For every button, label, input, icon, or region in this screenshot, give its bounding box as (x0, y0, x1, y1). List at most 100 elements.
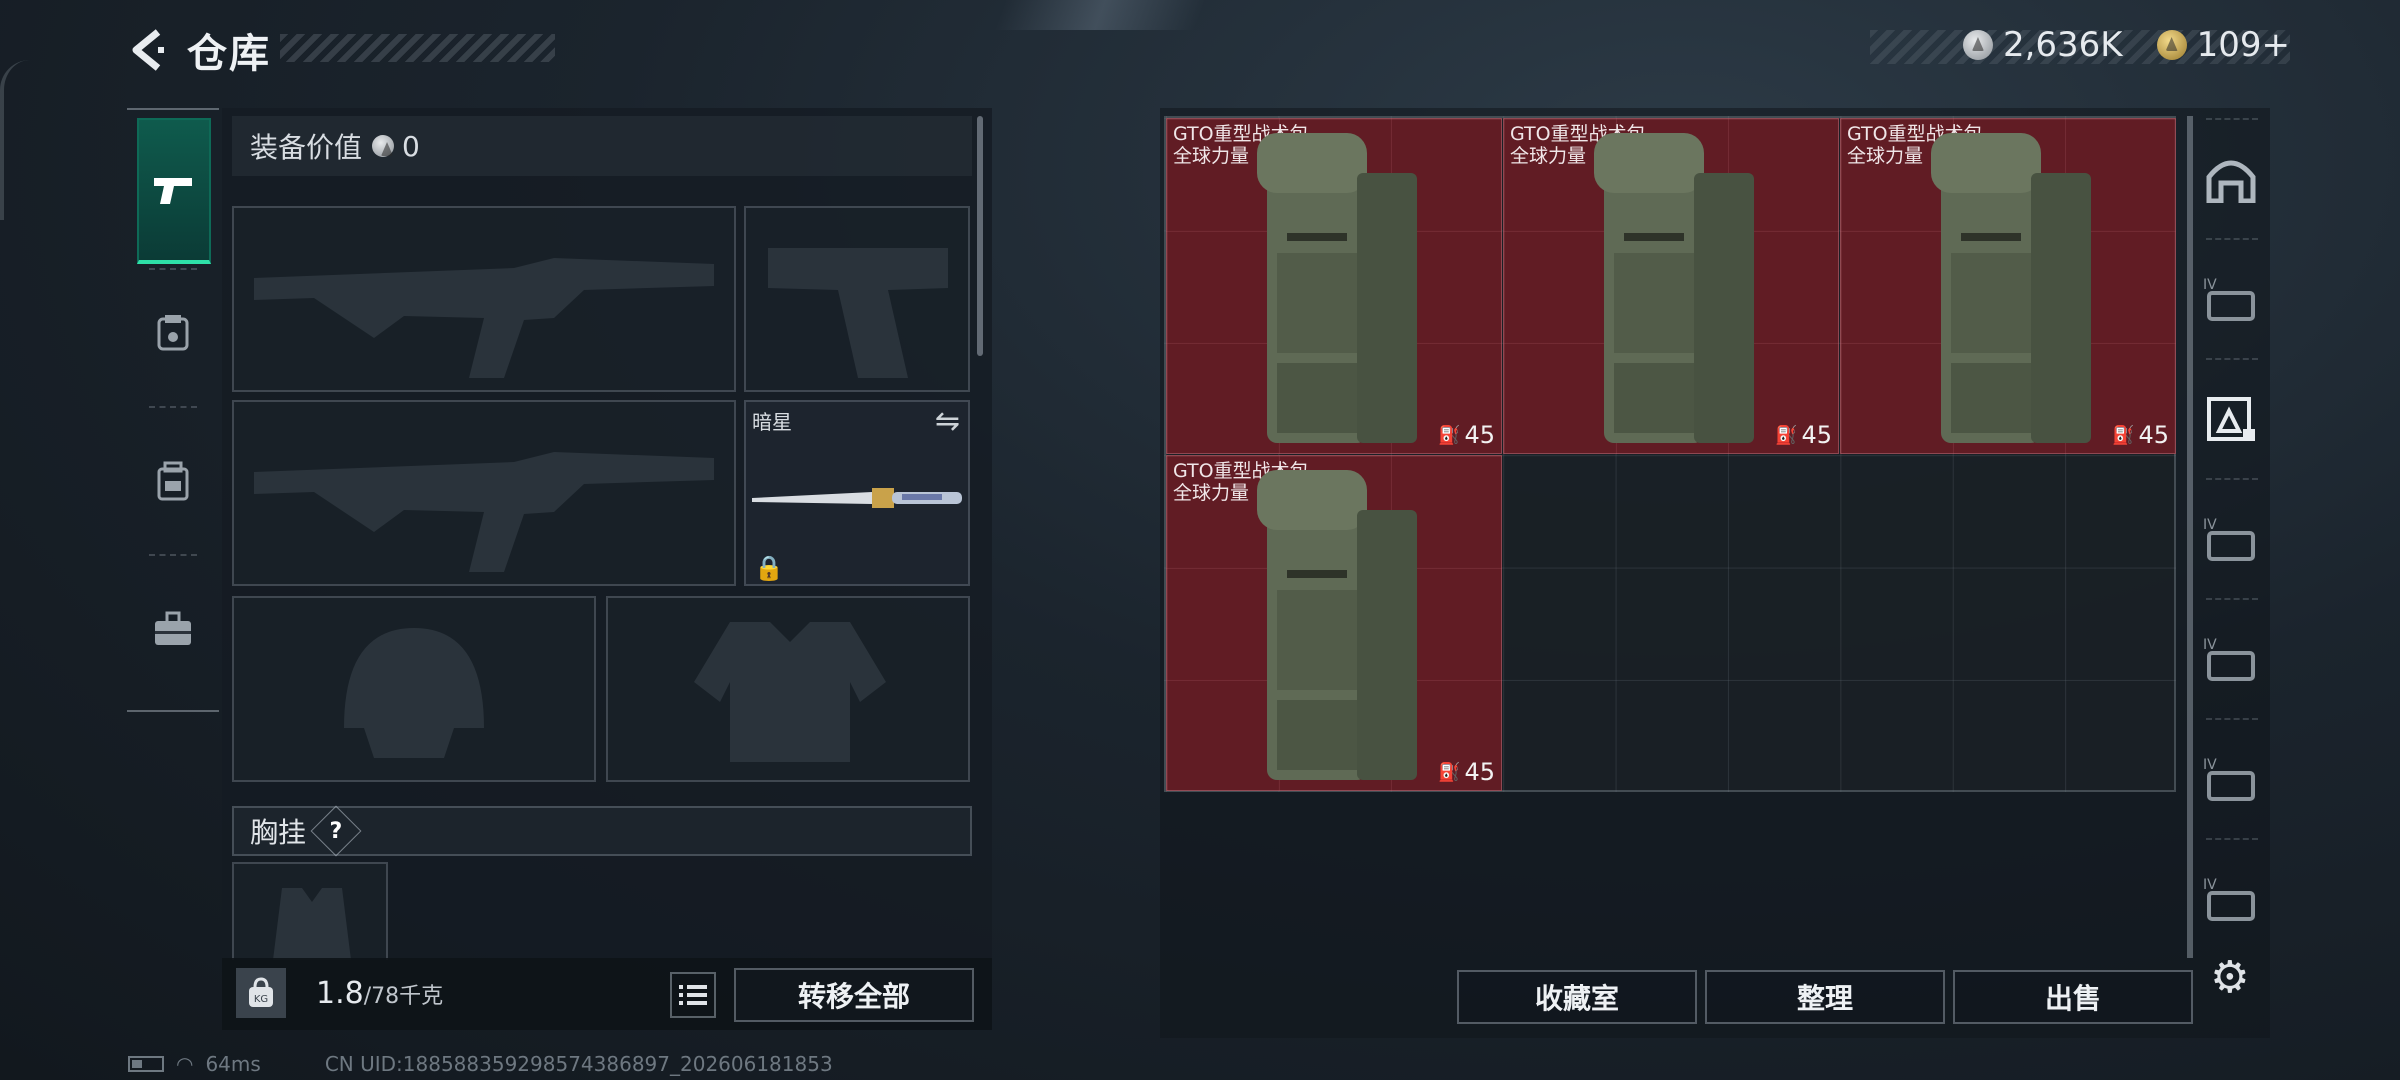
secondary-weapon-slot[interactable] (232, 400, 736, 586)
home-icon (2206, 160, 2256, 203)
page-title: 仓库 (187, 31, 271, 77)
tabs-bottom-line (127, 710, 219, 712)
weight-max: /78千克 (363, 984, 444, 1009)
storage-grid: GTO重型战术包 全球力量 ⛽ 45 GTO重型战术包 全球力量 ⛽ 45 GTO重型战… (1164, 116, 2176, 792)
pistol-slot[interactable] (744, 206, 970, 392)
inventory-item[interactable]: GTO重型战术包 全球力量 ⛽ 45 (1166, 455, 1502, 791)
tab-armor[interactable] (127, 278, 219, 388)
primary-weapon-slot[interactable] (232, 206, 736, 392)
category-tabs (127, 108, 219, 713)
item-weight-icon: ⛽ (1775, 424, 1798, 446)
tab-container-2[interactable]: IV (2196, 484, 2266, 594)
back-arrow-icon (132, 29, 164, 71)
kettlebell-icon: KG (249, 977, 273, 1007)
tab-separator (2206, 598, 2258, 600)
container-IV-icon: IV (2203, 757, 2255, 801)
knife-image (752, 488, 962, 508)
gold-coin-icon (2156, 30, 2187, 60)
item-weight-icon: ⛽ (1438, 761, 1461, 783)
chest-rig-label: 胸挂 (250, 816, 307, 849)
equipment-scrollbar[interactable] (977, 116, 983, 356)
wifi-icon: ◠ (176, 1052, 194, 1076)
sell-button[interactable]: 出售 (1953, 970, 2193, 1024)
chest-rig-header: 胸挂 ? (232, 805, 972, 857)
tab-separator (149, 554, 197, 556)
chest-rig-silhouette-icon (273, 888, 351, 960)
title-hatch (280, 34, 555, 62)
container-IV-icon: IV (2203, 517, 2255, 561)
rifle-silhouette-icon (254, 258, 714, 378)
background-arc (0, 60, 30, 220)
svg-text:IV: IV (2203, 277, 2217, 293)
item-count: ⛽ 45 (1438, 758, 1495, 786)
inventory-item[interactable]: GTO重型战术包 全球力量 ⛽ 45 (1503, 118, 1839, 454)
helmet-silhouette-icon (344, 628, 484, 758)
backpack-image (1257, 133, 1417, 443)
help-button[interactable]: ? (310, 805, 362, 857)
header: 仓库 (125, 20, 271, 80)
gold-amount[interactable]: 109+ (2197, 25, 2290, 65)
tab-separator (149, 268, 197, 270)
tab-container-1[interactable]: IV (2196, 244, 2266, 354)
storage-scrollbar[interactable] (2187, 116, 2193, 958)
tab-container-3[interactable]: IV (2196, 604, 2266, 714)
container-IV-icon: IV (2203, 637, 2255, 681)
uid-text: CN UID:1885883592985743868​97_2026061818… (324, 1052, 833, 1076)
sort-button[interactable]: 整理 (1705, 970, 1945, 1024)
swap-icon[interactable]: ⇋ (935, 404, 960, 439)
tab-weapons[interactable] (137, 118, 211, 264)
tab-separator (149, 406, 197, 408)
inventory-item[interactable]: GTO重型战术包 全球力量 ⛽ 45 (1840, 118, 2176, 454)
list-view-button[interactable] (670, 972, 716, 1018)
tab-backpack[interactable] (127, 426, 219, 536)
transfer-all-button[interactable]: 转移全部 (734, 968, 974, 1022)
back-button[interactable] (125, 27, 171, 73)
settings-gear-icon[interactable]: ⚙ (2210, 952, 2249, 1003)
weight-icon-text: KG (254, 994, 268, 1005)
melee-slot[interactable]: 暗星 ⇋ 🔒 (744, 400, 970, 586)
svg-text:IV: IV (2203, 877, 2217, 893)
lock-icon: 🔒 (754, 554, 784, 582)
equipment-value: 0 (402, 129, 420, 163)
tab-container-5[interactable]: IV (2196, 844, 2266, 954)
body-armor-slot[interactable] (606, 596, 970, 782)
chest-rig-slot[interactable] (232, 862, 388, 960)
item-count: ⛽ 45 (1438, 421, 1495, 449)
svg-text:IV: IV (2203, 637, 2217, 653)
tabs-top-line (127, 108, 219, 110)
vest-silhouette-icon (694, 622, 886, 762)
melee-name: 暗星 (752, 410, 792, 434)
silver-amount: 2,636K (2002, 25, 2123, 65)
toolbox-icon (155, 611, 191, 645)
tab-separator (2206, 838, 2258, 840)
tab-separator (2206, 118, 2258, 120)
silver-coin-icon (1962, 30, 1993, 60)
status-bar: ◠ 64ms CN UID:1885883592985743868​97_202… (128, 1052, 833, 1076)
tab-container-4[interactable]: IV (2196, 724, 2266, 834)
container-IV-icon: IV (2203, 877, 2255, 921)
item-count: ⛽ 45 (1775, 421, 1832, 449)
helmet-slot[interactable] (232, 596, 596, 782)
tab-container-active[interactable] (2196, 364, 2266, 474)
inventory-item[interactable]: GTO重型战术包 全球力量 ⛽ 45 (1166, 118, 1502, 454)
weight-readout: 1.8/78千克 (316, 976, 443, 1011)
weight-current: 1.8 (316, 976, 364, 1011)
tab-storage-home[interactable] (2196, 124, 2266, 234)
container-IV-icon: IV (2203, 277, 2255, 321)
silver-coin-icon (372, 135, 395, 157)
collection-room-button[interactable]: 收藏室 (1457, 970, 1697, 1024)
storage-tabs: IV IV IV IV IV (2196, 108, 2266, 958)
equipment-panel: 装备价值 0 暗星 ⇋ 🔒 胸挂 ? (222, 108, 992, 960)
ping-text: 64ms (205, 1052, 261, 1076)
rifle-silhouette-icon (254, 452, 714, 572)
weight-icon: KG (236, 968, 286, 1018)
tab-supplies[interactable] (127, 574, 219, 684)
equipment-value-label: 装备价值 (250, 131, 363, 164)
storage-panel: GTO重型战术包 全球力量 ⛽ 45 GTO重型战术包 全球力量 ⛽ 45 GTO重型战… (1160, 108, 2270, 1038)
svg-text:IV: IV (2203, 757, 2217, 773)
backpack-storage-icon (2207, 397, 2255, 441)
tab-separator (2206, 358, 2258, 360)
armor-icon (157, 315, 189, 351)
svg-text:IV: IV (2203, 517, 2217, 533)
background-light (994, 0, 1206, 30)
